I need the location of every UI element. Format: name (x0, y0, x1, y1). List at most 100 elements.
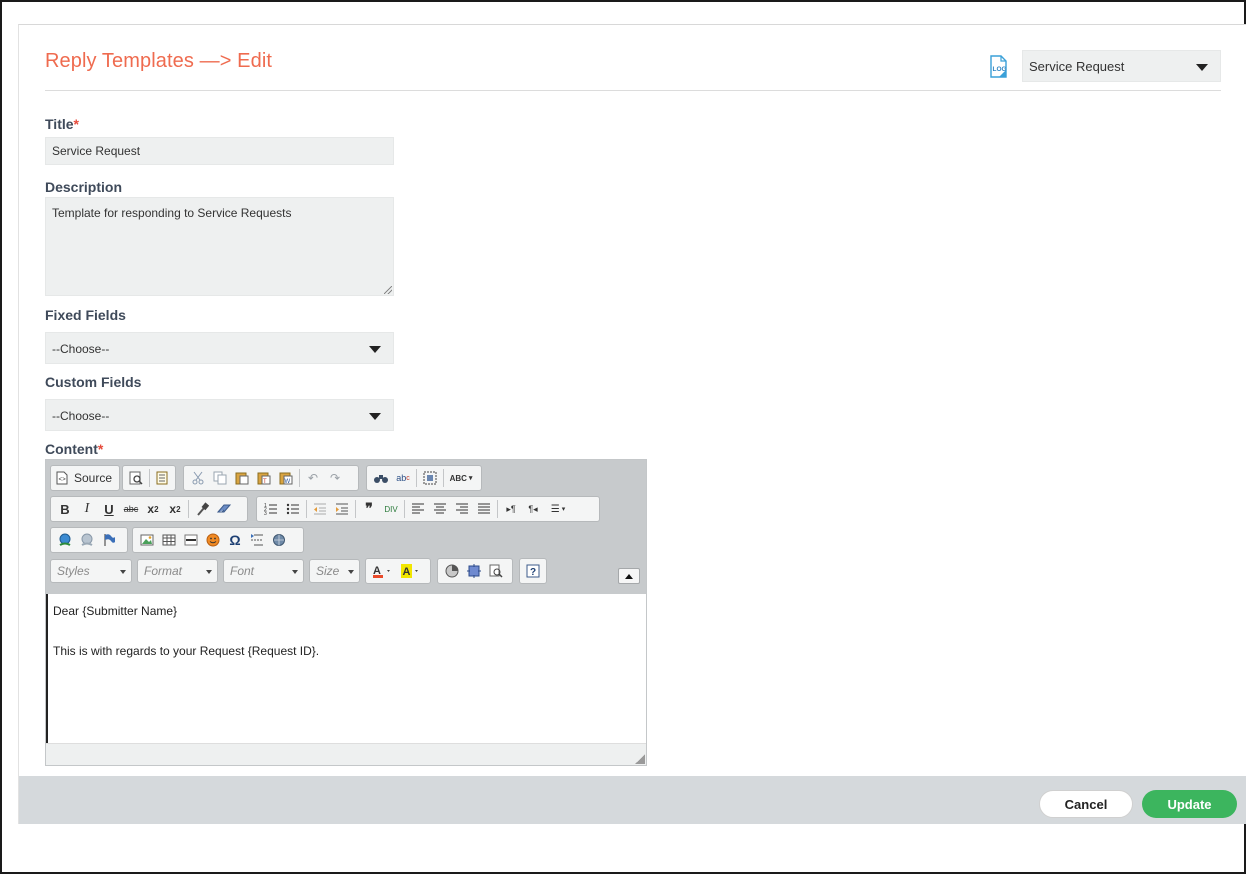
outdent-icon[interactable] (309, 499, 331, 519)
paste-text-icon[interactable]: T (253, 468, 275, 488)
bold-icon[interactable]: B (54, 499, 76, 519)
required-mark: * (97, 441, 104, 457)
template-select[interactable]: Service Request (1022, 50, 1221, 82)
chevron-down-icon (206, 570, 212, 574)
styles-combo[interactable]: Styles (50, 559, 132, 583)
title-input[interactable]: Service Request (45, 137, 394, 165)
link-icon[interactable] (54, 530, 76, 550)
create-div-icon[interactable]: DIV (380, 499, 402, 519)
undo-icon[interactable]: ↶ (302, 468, 324, 488)
copy-icon[interactable] (209, 468, 231, 488)
background-color-icon[interactable]: A (397, 561, 425, 581)
toolbar-group-document: <> Source (50, 465, 120, 491)
cut-icon[interactable] (187, 468, 209, 488)
format-combo-label: Format (144, 564, 183, 578)
underline-icon[interactable]: U (98, 499, 120, 519)
fixed-fields-label: Fixed Fields (45, 307, 126, 323)
toolbar-group-links (50, 527, 128, 553)
toolbar-separator (299, 469, 300, 487)
description-textarea[interactable]: Template for responding to Service Reque… (45, 197, 394, 296)
svg-text:?: ? (530, 567, 536, 578)
replace-icon[interactable]: ab c (392, 468, 414, 488)
font-combo[interactable]: Font (223, 559, 304, 583)
page-title: Reply Templates —> Edit (45, 50, 273, 72)
iframe-icon[interactable] (268, 530, 290, 550)
paste-icon[interactable] (231, 468, 253, 488)
cancel-button[interactable]: Cancel (1039, 790, 1133, 818)
show-blocks-icon[interactable] (441, 561, 463, 581)
text-direction-ltr-icon[interactable]: ▸¶ (500, 499, 522, 519)
title-label-text: Title (45, 116, 74, 132)
copy-format-icon[interactable] (191, 499, 213, 519)
help-icon[interactable]: ? (523, 561, 543, 581)
page-header: Reply Templates —> Edit LOG Service Requ… (45, 25, 1221, 91)
remove-format-icon[interactable] (213, 499, 235, 519)
chevron-up-icon (625, 574, 633, 579)
content-label-text: Content (45, 441, 98, 457)
text-color-icon[interactable]: A (369, 561, 397, 581)
custom-fields-label: Custom Fields (45, 374, 142, 390)
zoom-page-icon[interactable] (485, 561, 507, 581)
log-icon[interactable]: LOG (987, 55, 1009, 79)
indent-icon[interactable] (331, 499, 353, 519)
align-justify-icon[interactable] (473, 499, 495, 519)
svg-text:3: 3 (264, 511, 267, 516)
strikethrough-icon[interactable]: abc (120, 499, 142, 519)
source-button[interactable]: Source (70, 468, 116, 488)
select-all-icon[interactable] (419, 468, 441, 488)
custom-fields-select[interactable]: --Choose-- (45, 399, 394, 431)
toolbar-group-paragraph: 123 ❞ DIV ▸¶ ¶◂ ☰ ▾ (256, 496, 600, 522)
horizontal-line-icon[interactable] (180, 530, 202, 550)
anchor-icon[interactable] (98, 530, 120, 550)
paste-word-icon[interactable]: W (275, 468, 297, 488)
language-icon[interactable]: ☰ ▾ (544, 499, 572, 519)
toolbar-group-clipboard: T W ↶ ↷ (183, 465, 359, 491)
toolbar-separator (416, 469, 417, 487)
table-icon[interactable] (158, 530, 180, 550)
unlink-icon[interactable] (76, 530, 98, 550)
text-direction-rtl-icon[interactable]: ¶◂ (522, 499, 544, 519)
fixed-fields-select[interactable]: --Choose-- (45, 332, 394, 364)
chevron-down-icon (1196, 64, 1208, 71)
update-button[interactable]: Update (1142, 790, 1237, 818)
template-select-value: Service Request (1029, 59, 1125, 74)
chevron-down-icon (369, 413, 381, 420)
resize-handle-icon[interactable] (384, 286, 392, 294)
blockquote-icon[interactable]: ❞ (358, 499, 380, 519)
content-blank-line (53, 621, 641, 641)
subscript-icon[interactable]: x2 (142, 499, 164, 519)
toolbar-group-editing: ab c ABC ▾ (366, 465, 482, 491)
find-icon[interactable] (370, 468, 392, 488)
chevron-down-icon (120, 570, 126, 574)
editor-content-area[interactable]: Dear {Submitter Name} This is with regar… (46, 594, 646, 744)
numbered-list-icon[interactable]: 123 (260, 499, 282, 519)
resize-handle-icon[interactable] (635, 754, 645, 764)
image-icon[interactable] (136, 530, 158, 550)
toolbar-separator (148, 469, 150, 487)
size-combo[interactable]: Size (309, 559, 360, 583)
format-combo[interactable]: Format (137, 559, 218, 583)
redo-icon[interactable]: ↷ (324, 468, 346, 488)
align-right-icon[interactable] (451, 499, 473, 519)
templates-icon[interactable] (151, 468, 172, 488)
preview-icon[interactable] (126, 468, 147, 488)
bulleted-list-icon[interactable] (282, 499, 304, 519)
page-break-icon[interactable] (246, 530, 268, 550)
edit-panel: Reply Templates —> Edit LOG Service Requ… (18, 24, 1246, 824)
superscript-icon[interactable]: x2 (164, 499, 186, 519)
chevron-down-icon (348, 570, 354, 574)
custom-fields-value: --Choose-- (52, 409, 110, 423)
description-value: Template for responding to Service Reque… (52, 206, 292, 220)
align-center-icon[interactable] (429, 499, 451, 519)
content-line: Dear {Submitter Name} (53, 604, 178, 618)
smiley-icon[interactable] (202, 530, 224, 550)
italic-icon[interactable]: I (76, 499, 98, 519)
special-char-icon[interactable]: Ω (224, 530, 246, 550)
toolbar-separator (404, 500, 405, 518)
collapse-toolbar-button[interactable] (618, 568, 640, 584)
align-left-icon[interactable] (407, 499, 429, 519)
maximize-icon[interactable] (463, 561, 485, 581)
toolbar-separator (443, 469, 444, 487)
spellcheck-icon[interactable]: ABC ▾ (446, 468, 476, 488)
editor-status-bar (46, 743, 646, 765)
